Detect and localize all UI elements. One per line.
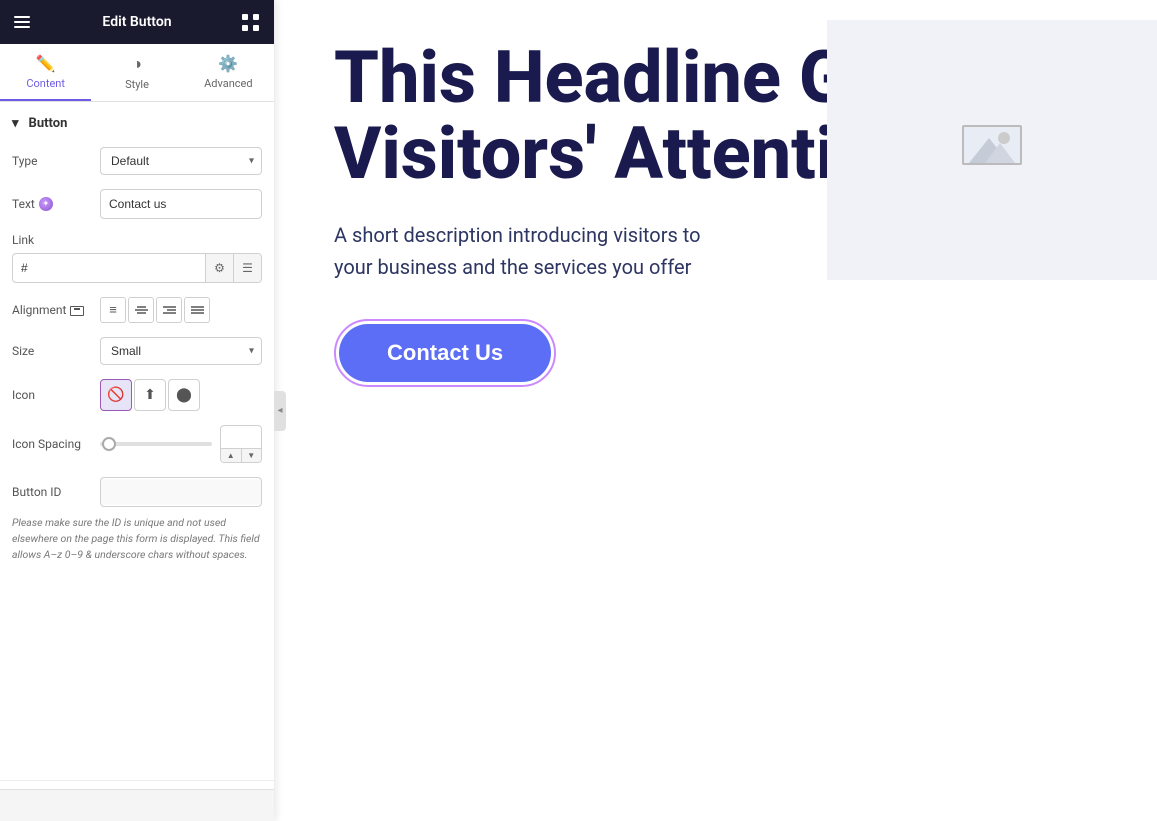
sun-icon	[998, 132, 1010, 144]
section-label: Button	[29, 116, 68, 131]
spinner-buttons: ▲ ▼	[221, 448, 261, 462]
button-id-input-group: ☰	[100, 477, 262, 507]
link-label: Link	[12, 233, 92, 247]
tab-content[interactable]: ✏️ Content	[0, 44, 91, 101]
icon-spacing-input[interactable]	[221, 428, 261, 448]
icon-spacing-slider-group: ▲ ▼	[100, 425, 262, 463]
monitor-icon	[70, 306, 84, 316]
align-left-button[interactable]: ≡	[100, 297, 126, 323]
type-select-wrapper: Default Info Success Warning Danger ▾	[100, 147, 262, 175]
top-bar: Edit Button	[0, 0, 274, 44]
text-input[interactable]	[101, 191, 262, 217]
text-input-group: ☰	[100, 189, 262, 219]
icon-spacing-row: Icon Spacing ▲ ▼	[12, 425, 262, 463]
type-label: Type	[12, 154, 92, 168]
link-settings-icon[interactable]: ⚙	[205, 254, 233, 282]
button-id-input[interactable]	[101, 479, 262, 505]
page-preview: This Headline Grabs Visitors' Attention …	[274, 0, 1157, 821]
link-list-icon[interactable]: ☰	[233, 254, 261, 282]
page-description: A short description introducing visitors…	[334, 219, 714, 283]
link-input-group: ⚙ ☰	[12, 253, 262, 283]
spinner-down-button[interactable]: ▼	[242, 449, 262, 462]
icon-circle-button[interactable]: ⬤	[168, 379, 200, 411]
link-row: Link ⚙ ☰	[12, 233, 262, 283]
bottom-bar	[0, 789, 274, 821]
type-row: Type Default Info Success Warning Danger…	[12, 147, 262, 175]
cta-button-wrapper[interactable]: Contact Us	[334, 319, 556, 387]
section-button-header: ▾ Button	[12, 116, 262, 131]
icon-row: Icon 🚫 ⬆ ⬤	[12, 379, 262, 411]
alignment-row: Alignment ≡	[12, 297, 262, 323]
help-note: Please make sure the ID is unique and no…	[12, 515, 262, 562]
tab-advanced-label: Advanced	[204, 77, 252, 90]
placeholder-image-icon	[962, 125, 1022, 175]
tab-content-label: Content	[26, 77, 65, 90]
icon-spacing-thumb[interactable]	[102, 437, 116, 451]
align-center-button[interactable]	[128, 297, 154, 323]
dynamic-tags-icon[interactable]: ✦	[39, 197, 53, 211]
text-label: Text ✦	[12, 197, 92, 211]
type-select[interactable]: Default Info Success Warning Danger	[100, 147, 262, 175]
tab-advanced[interactable]: ⚙️ Advanced	[183, 44, 274, 101]
button-id-label: Button ID	[12, 485, 92, 499]
link-input[interactable]	[13, 255, 205, 281]
half-circle-icon: ◑	[132, 54, 142, 74]
icon-none-button[interactable]: 🚫	[100, 379, 132, 411]
panel-content-area: ▾ Button Type Default Info Success Warni…	[0, 102, 274, 780]
icon-upload-button[interactable]: ⬆	[134, 379, 166, 411]
cta-button[interactable]: Contact Us	[339, 324, 551, 382]
image-placeholder	[827, 20, 1157, 280]
gear-icon: ⚙️	[218, 54, 238, 73]
align-justify-button[interactable]	[184, 297, 210, 323]
spinner-up-button[interactable]: ▲	[221, 449, 242, 462]
icon-button-group: 🚫 ⬆ ⬤	[100, 379, 200, 411]
size-label: Size	[12, 344, 92, 358]
panel-collapse-handle[interactable]	[274, 391, 286, 431]
size-select-wrapper: Small Medium Large Extra Large ▾	[100, 337, 262, 365]
edit-panel: Edit Button ✏️ Content ◑ Style ⚙️ Advanc…	[0, 0, 274, 821]
size-row: Size Small Medium Large Extra Large ▾	[12, 337, 262, 365]
size-select[interactable]: Small Medium Large Extra Large	[100, 337, 262, 365]
pencil-icon: ✏️	[36, 54, 56, 73]
alignment-buttons: ≡	[100, 297, 210, 323]
icon-spacing-spinner: ▲ ▼	[220, 425, 262, 463]
icon-spacing-track	[100, 442, 212, 446]
grid-menu-icon[interactable]	[242, 12, 262, 32]
hamburger-menu-icon[interactable]	[12, 12, 32, 32]
panel-title: Edit Button	[102, 14, 171, 30]
mountain-image	[962, 125, 1022, 165]
align-right-button[interactable]	[156, 297, 182, 323]
button-id-row: Button ID ☰	[12, 477, 262, 507]
tab-style[interactable]: ◑ Style	[91, 44, 182, 101]
text-row: Text ✦ ☰	[12, 189, 262, 219]
icon-label: Icon	[12, 388, 92, 402]
tab-style-label: Style	[125, 78, 149, 91]
icon-spacing-label: Icon Spacing	[12, 437, 92, 451]
collapse-arrow-icon[interactable]: ▾	[12, 116, 19, 131]
alignment-label: Alignment	[12, 303, 92, 317]
panel-tabs: ✏️ Content ◑ Style ⚙️ Advanced	[0, 44, 274, 102]
